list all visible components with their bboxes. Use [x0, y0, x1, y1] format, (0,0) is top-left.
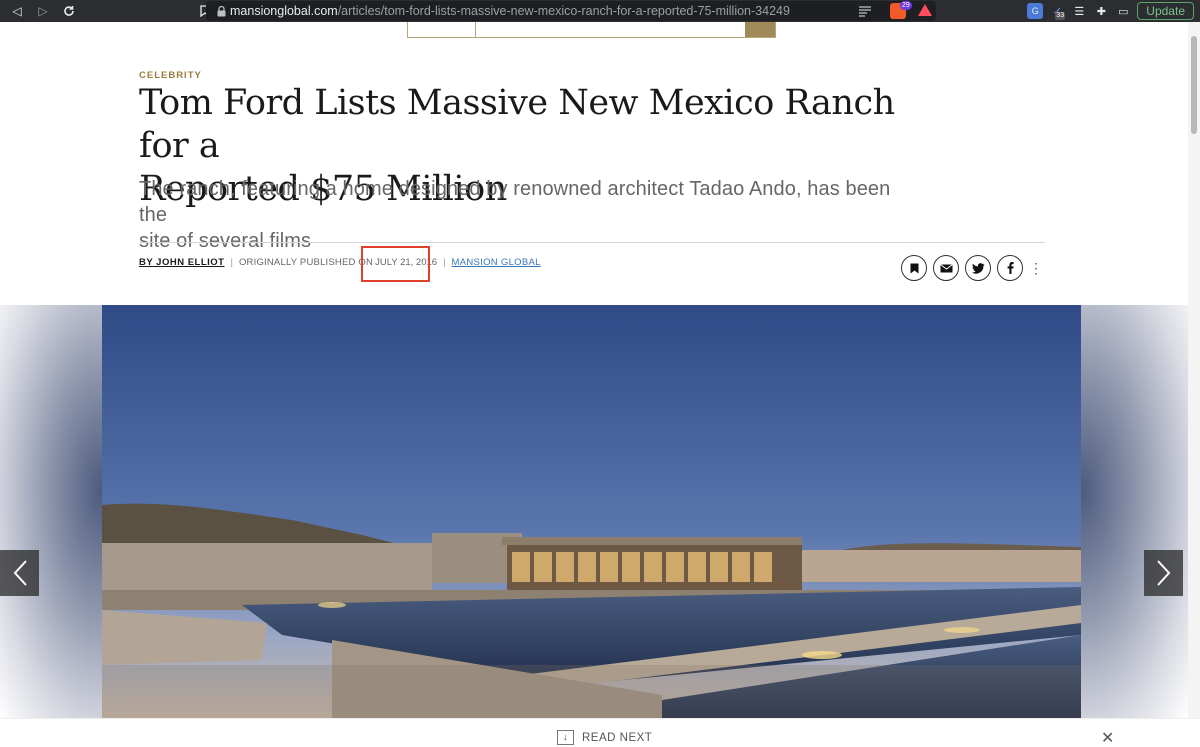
hero-blur-left: [0, 305, 102, 718]
lock-icon: [212, 5, 230, 17]
back-icon[interactable]: ◁: [4, 0, 30, 22]
page-scrollbar[interactable]: [1188, 22, 1200, 722]
chevron-left-icon: [13, 560, 27, 586]
url-text: mansionglobal.com/articles/tom-ford-list…: [230, 4, 790, 18]
divider: [139, 242, 1045, 243]
byline: BY JOHN ELLIOT | ORIGINALLY PUBLISHED ON…: [139, 257, 541, 268]
extension-icon[interactable]: ✓33: [1049, 3, 1066, 20]
read-next-button[interactable]: ↓ READ NEXT: [557, 730, 652, 745]
byline-separator: |: [443, 257, 446, 268]
close-icon[interactable]: ✕: [1101, 728, 1114, 747]
address-bar[interactable]: mansionglobal.com/articles/tom-ford-list…: [206, 1, 936, 21]
carousel-prev-button[interactable]: [0, 550, 39, 596]
date-highlight-box: [361, 246, 430, 282]
list-icon[interactable]: ☰: [1071, 3, 1087, 19]
more-icon[interactable]: ⋮: [1029, 260, 1043, 277]
puzzle-icon[interactable]: ✚: [1093, 3, 1109, 19]
download-arrow-icon: ↓: [557, 730, 574, 745]
update-button[interactable]: Update: [1137, 2, 1194, 20]
reader-icon[interactable]: [858, 4, 872, 22]
hero-image: [102, 305, 1081, 718]
carousel-next-button[interactable]: [1144, 550, 1183, 596]
read-next-label: READ NEXT: [582, 731, 653, 744]
translate-icon[interactable]: G: [1027, 3, 1044, 19]
scrollbar-thumb[interactable]: [1191, 36, 1197, 134]
search-button[interactable]: [745, 22, 775, 37]
dek-line: site of several films: [139, 230, 312, 252]
facebook-icon[interactable]: [997, 255, 1023, 281]
rewards-icon[interactable]: [918, 4, 932, 16]
published-label: ORIGINALLY PUBLISHED ON: [238, 257, 374, 268]
site-search[interactable]: [407, 22, 776, 38]
email-icon[interactable]: [933, 255, 959, 281]
search-category-select[interactable]: [408, 22, 476, 37]
headline-line: Tom Ford Lists Massive New Mexico Ranch …: [139, 83, 895, 166]
author-link[interactable]: BY JOHN ELLIOT: [139, 257, 224, 268]
twitter-icon[interactable]: [965, 255, 991, 281]
source-link[interactable]: MANSION GLOBAL: [452, 257, 541, 268]
article-kicker[interactable]: CELEBRITY: [139, 70, 202, 81]
forward-icon[interactable]: ▷: [30, 0, 56, 22]
dek-line: The ranch, featuring a home designed by …: [139, 178, 891, 226]
save-icon[interactable]: [901, 255, 927, 281]
brave-count-badge: 29: [900, 1, 912, 10]
hero-blur-right: [1081, 305, 1188, 718]
browser-toolbar: ◁ ▷ mansionglobal.com/articles/tom-ford-…: [0, 0, 1200, 22]
reload-icon[interactable]: [56, 0, 82, 22]
byline-separator: |: [230, 257, 233, 268]
chevron-right-icon: [1156, 560, 1170, 586]
wallet-icon[interactable]: ▭: [1115, 3, 1131, 19]
share-toolbar: ⋮: [901, 255, 1043, 281]
